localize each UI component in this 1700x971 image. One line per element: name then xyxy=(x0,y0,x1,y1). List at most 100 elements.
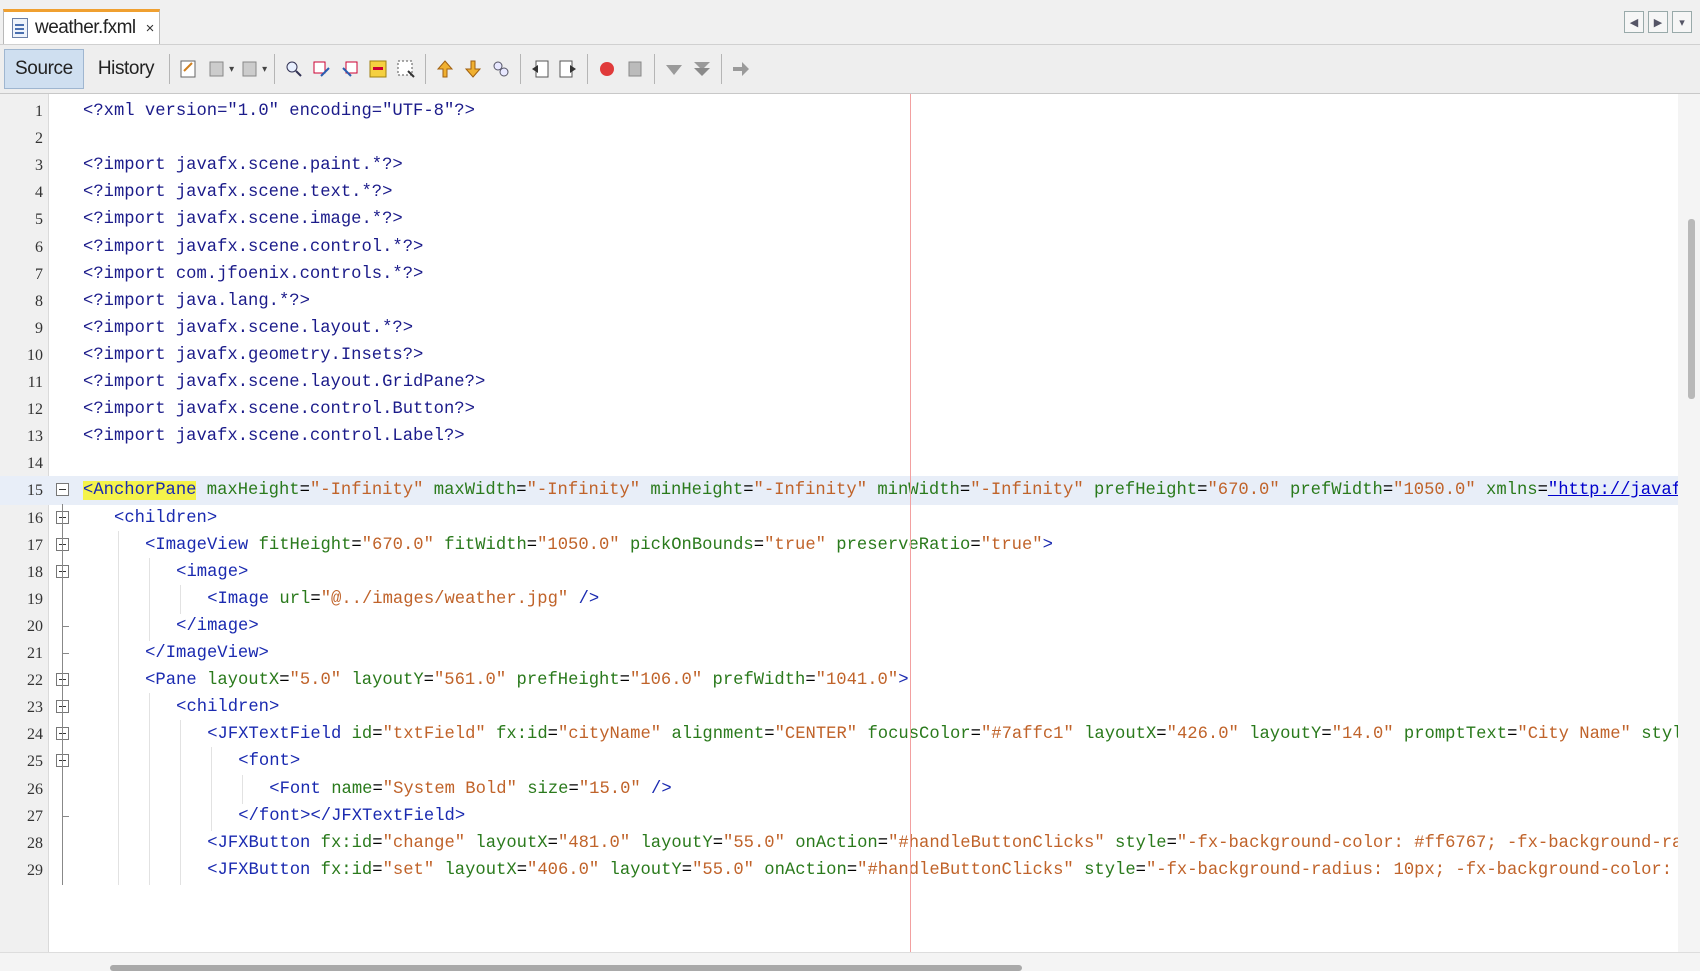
code-token: </ImageView> xyxy=(145,644,269,663)
code-line[interactable]: 18 <image> xyxy=(0,557,1680,587)
check-file-icon[interactable] xyxy=(663,57,685,81)
back-dropdown-icon[interactable]: ▾ xyxy=(229,64,234,75)
code-editor[interactable]: 1 <?xml version="1.0" encoding="UTF-8"?> 2… xyxy=(0,94,1700,952)
last-edit-icon[interactable] xyxy=(178,57,200,81)
fold-guide-line xyxy=(62,747,63,777)
code-line[interactable]: 26 <Font name="System Bold" size="15.0" /… xyxy=(0,774,1680,804)
file-tab-weather-fxml[interactable]: weather.fxml × xyxy=(3,9,160,44)
code-token: = xyxy=(568,779,579,799)
indent-guide xyxy=(118,693,120,723)
code-line[interactable]: 24 <JFXTextField id="txtField" fx:id="cit… xyxy=(0,720,1682,750)
scroll-tabs-left-icon[interactable]: ◀ xyxy=(1624,11,1644,33)
code-line[interactable]: 11 <?import javafx.scene.layout.GridPane?… xyxy=(0,368,1680,397)
code-token: layoutX xyxy=(444,860,517,880)
code-line[interactable]: 28 <JFXButton fx:id="change" layoutX="481… xyxy=(0,828,1682,858)
indent-guide xyxy=(149,828,151,858)
tab-source[interactable]: Source xyxy=(4,49,84,89)
line-number: 20 xyxy=(27,617,43,635)
code-line[interactable]: 25 <font> xyxy=(0,747,1680,777)
code-token: <?import javafx.scene.layout.GridPane?> xyxy=(83,373,486,392)
vertical-scroll-thumb[interactable] xyxy=(1688,219,1695,399)
code-line[interactable]: 15 <AnchorPane maxHeight="-Infinity" maxW… xyxy=(0,476,1682,506)
code-line[interactable]: 9 <?import javafx.scene.layout.*?> xyxy=(0,314,1680,343)
find-previous-icon[interactable] xyxy=(311,57,333,81)
line-number: 25 xyxy=(27,753,43,771)
code-line[interactable]: 17 <ImageView fitHeight="670.0" fitWidth=… xyxy=(0,530,1680,560)
vertical-scrollbar[interactable] xyxy=(1678,94,1700,952)
code-line[interactable]: 5 <?import javafx.scene.image.*?> xyxy=(0,205,1680,234)
code-line[interactable]: 22 <Pane layoutX="5.0" layoutY="561.0" pr… xyxy=(0,666,1680,696)
close-tab-icon[interactable]: × xyxy=(146,20,155,37)
code-token: <?import com.jfoenix.controls.*?> xyxy=(83,264,424,284)
code-line[interactable]: 13 <?import javafx.scene.control.Label?> xyxy=(0,422,1680,451)
toolbar-separator xyxy=(654,54,656,84)
code-line[interactable]: 29 <JFXButton fx:id="set" layoutX="406.0"… xyxy=(0,855,1680,885)
tab-history[interactable]: History xyxy=(88,49,164,89)
code-token: "@../images/weather.jpg" xyxy=(320,589,569,609)
indent-guide xyxy=(242,774,244,804)
code-line[interactable]: 20 </image> xyxy=(0,611,1680,641)
code-token: = xyxy=(372,833,383,853)
code-token: "true" xyxy=(764,535,826,555)
code-line[interactable]: 10 <?import javafx.geometry.Insets?> xyxy=(0,341,1680,370)
code-line[interactable]: 4 <?import javafx.scene.text.*?> xyxy=(0,178,1680,207)
toggle-rectangular-selection-icon[interactable] xyxy=(395,57,417,81)
collapse-fold-icon[interactable] xyxy=(56,483,69,497)
code-line[interactable]: 23 <children> xyxy=(0,693,1680,723)
code-token: "true" xyxy=(980,535,1043,555)
line-number: 10 xyxy=(27,346,43,364)
shift-line-right-icon[interactable] xyxy=(557,57,579,81)
code-line[interactable]: 7 <?import com.jfoenix.controls.*?> xyxy=(0,260,1680,289)
code-line[interactable]: 8 <?import java.lang.*?> xyxy=(0,287,1680,316)
shift-line-left-icon[interactable] xyxy=(529,57,551,81)
code-token: "1050.0" xyxy=(537,535,620,555)
horizontal-scroll-thumb[interactable] xyxy=(110,965,1022,971)
toggle-highlight-search-icon[interactable] xyxy=(367,57,389,81)
code-token: <image> xyxy=(176,562,249,582)
find-next-icon[interactable] xyxy=(339,57,361,81)
code-token: minHeight xyxy=(650,481,744,501)
code-line[interactable]: 3 <?import javafx.scene.paint.*?> xyxy=(0,151,1680,180)
code-line[interactable]: 12 <?import javafx.scene.control.Button?> xyxy=(0,395,1680,424)
find-selection-icon[interactable] xyxy=(283,57,305,81)
show-opened-documents-icon[interactable]: ▾ xyxy=(1672,11,1692,33)
code-token: = xyxy=(547,725,558,745)
forward-dropdown-icon[interactable]: ▾ xyxy=(262,64,267,75)
fold-guide-line xyxy=(62,774,63,804)
forward-icon[interactable] xyxy=(239,57,261,81)
next-bookmark-icon[interactable] xyxy=(462,57,484,81)
code-text: <font> xyxy=(238,747,300,776)
code-token: = xyxy=(1156,725,1167,745)
scroll-tabs-right-icon[interactable]: ▶ xyxy=(1648,11,1668,33)
indent-guide xyxy=(211,747,213,777)
code-line[interactable]: 16 <children> xyxy=(0,503,1680,533)
stop-macro-recording-icon[interactable] xyxy=(624,57,646,81)
line-number: 26 xyxy=(27,780,43,798)
code-token: = xyxy=(712,833,724,853)
code-token: "-Infinity" xyxy=(309,481,424,501)
validate-xml-icon[interactable] xyxy=(730,57,752,81)
back-icon[interactable] xyxy=(206,57,228,81)
code-token: <?import javafx.scene.paint.*?> xyxy=(83,156,403,176)
code-line[interactable]: 27 </font></JFXTextField> xyxy=(0,801,1680,831)
check-xml-icon[interactable] xyxy=(691,57,713,81)
line-number: 2 xyxy=(35,130,43,148)
code-token: prefHeight xyxy=(516,671,620,691)
code-line[interactable]: 19 <Image url="@../images/weather.jpg" /> xyxy=(0,584,1680,614)
line-number: 24 xyxy=(27,726,43,744)
previous-bookmark-icon[interactable] xyxy=(434,57,456,81)
code-line[interactable]: 6 <?import javafx.scene.control.*?> xyxy=(0,233,1680,262)
code-line[interactable]: 21 </ImageView> xyxy=(0,639,1680,668)
fold-guide-line xyxy=(62,584,63,614)
code-line[interactable]: 1 <?xml version="1.0" encoding="UTF-8"?> xyxy=(0,97,1680,126)
horizontal-scrollbar[interactable] xyxy=(0,952,1700,971)
code-line[interactable]: 2 xyxy=(0,124,1680,153)
start-macro-recording-icon[interactable] xyxy=(596,57,618,81)
code-line[interactable]: 14 xyxy=(0,449,1680,478)
line-number: 6 xyxy=(35,238,43,256)
toggle-bookmark-icon[interactable] xyxy=(490,57,512,81)
